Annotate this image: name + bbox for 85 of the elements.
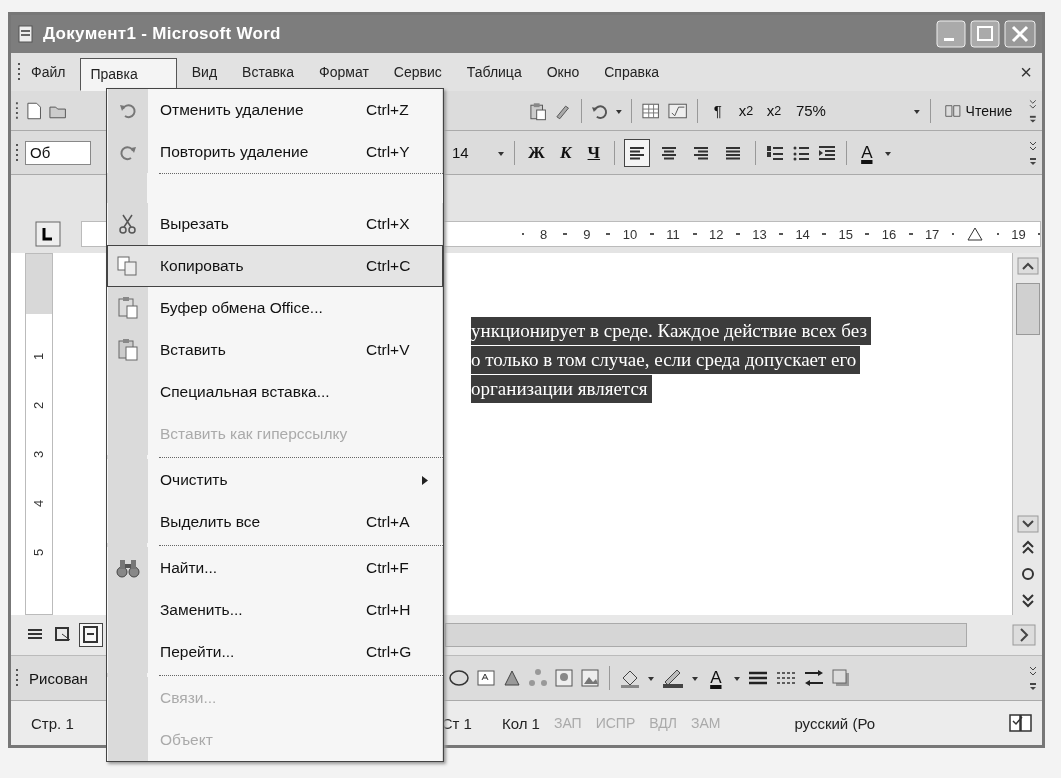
shadow-icon[interactable] — [830, 668, 851, 688]
submenu-arrow-icon — [422, 475, 428, 485]
style-field[interactable]: Об — [25, 140, 91, 165]
language: русский (Ро — [794, 714, 876, 732]
ruler-number: 1 — [31, 352, 47, 361]
oval-icon[interactable] — [447, 669, 470, 687]
menu-item[interactable]: Сервис — [383, 57, 452, 87]
ruler-number: 17 — [924, 226, 940, 242]
book-check-icon[interactable] — [1008, 711, 1034, 735]
menu-item[interactable]: Вид — [181, 57, 228, 87]
drawing-menu-button[interactable]: Рисован — [25, 664, 92, 692]
copy-icon — [116, 255, 140, 277]
close-icon[interactable] — [1004, 20, 1036, 48]
ruler-number: 4 — [31, 499, 47, 508]
document-text: организации является — [471, 375, 652, 403]
ruler-number: 3 — [31, 450, 47, 459]
menu-item[interactable]: Найти... Ctrl+F — [107, 547, 443, 589]
window-title: Документ1 - Microsoft Word — [43, 24, 281, 44]
menu-item[interactable]: Отменить удаление Ctrl+Z — [107, 89, 443, 131]
arrow-style-icon[interactable] — [802, 668, 825, 688]
paste-icon — [116, 338, 140, 362]
menu-item[interactable]: Перейти... Ctrl+G — [107, 631, 443, 673]
page-number: Стр. 1 — [31, 714, 74, 732]
document-text: ункционирует в среде. Каждое действие всех без — [471, 317, 871, 345]
indent-marker-icon[interactable] — [967, 227, 984, 241]
text-box-icon[interactable] — [475, 668, 496, 688]
ruler-number: 8 — [539, 226, 548, 242]
font-color-button[interactable]: A — [704, 664, 727, 692]
font-color-button[interactable]: A — [855, 138, 878, 167]
underline-button[interactable]: Ч — [582, 138, 605, 167]
menu-item[interactable]: Окно — [536, 57, 590, 87]
menu-item[interactable]: Очистить — [107, 459, 443, 501]
menu-item[interactable]: Файл — [21, 57, 76, 87]
ruler-number: 9 — [583, 226, 591, 242]
ruler-number: 14 — [795, 226, 810, 242]
menu-item[interactable]: Справка — [594, 57, 670, 87]
ruler-number: 2 — [31, 401, 47, 410]
paint-bucket-icon[interactable] — [618, 668, 641, 688]
scroll-thumb[interactable] — [1015, 283, 1040, 335]
menu-item[interactable]: Таблица — [456, 57, 532, 87]
line-color-icon[interactable] — [660, 668, 685, 688]
menu-item[interactable]: Правка — [80, 57, 177, 91]
menu-item[interactable]: Вставить Ctrl+V — [107, 329, 443, 371]
ruler-number: 11 — [666, 226, 680, 242]
ruler-number: 16 — [881, 226, 897, 242]
new-document-icon[interactable] — [24, 100, 43, 121]
menu-item[interactable]: Формат — [309, 57, 379, 87]
scroll-up-icon[interactable] — [1016, 257, 1039, 275]
ruler-number: 13 — [752, 226, 767, 242]
binoculars-icon — [116, 557, 140, 579]
menu-item[interactable]: Вставка — [232, 57, 305, 87]
close-document-button[interactable]: × — [1014, 59, 1038, 85]
clipboard-icon — [116, 296, 140, 320]
menu-item[interactable]: Буфер обмена Office... — [107, 287, 443, 329]
ruler-number: 19 — [1011, 226, 1026, 242]
reading-button[interactable]: Чтение — [939, 96, 1017, 125]
menu-item[interactable]: Копировать Ctrl+C — [107, 245, 443, 287]
word-doc-icon — [17, 25, 35, 43]
paragraph-mark-button[interactable]: ¶ — [706, 96, 729, 125]
scissors-icon — [117, 213, 139, 235]
menu-item[interactable]: Заменить... Ctrl+H — [107, 589, 443, 631]
scroll-right-icon[interactable] — [1012, 624, 1036, 646]
italic-button[interactable]: К — [554, 138, 577, 167]
ruler-number: 5 — [31, 548, 47, 557]
column-number: Кол 1 — [501, 714, 540, 732]
numbered-list-icon[interactable] — [764, 143, 785, 162]
tab-selector-icon[interactable] — [35, 221, 61, 247]
minimize-icon[interactable] — [936, 20, 966, 48]
menu-item[interactable]: Вырезать Ctrl+X — [107, 203, 443, 245]
scroll-down-icon[interactable] — [1016, 515, 1039, 533]
clipboard-icon[interactable] — [527, 100, 547, 121]
menu-item[interactable]: Специальная вставка... — [107, 371, 443, 413]
indent-icon[interactable] — [816, 143, 837, 162]
horizontal-scrollbar[interactable] — [445, 623, 967, 647]
ruler-number: 12 — [709, 226, 724, 242]
maximize-icon[interactable] — [970, 20, 1000, 48]
ruler-number: 15 — [838, 226, 853, 242]
menu-item[interactable]: Выделить все Ctrl+A — [107, 501, 443, 543]
document-text: о только в том случае, если среда допускает его — [471, 346, 861, 374]
ruler-number: 10 — [622, 226, 638, 242]
bold-button[interactable]: Ж — [524, 138, 549, 167]
menu-item[interactable]: Повторить удаление Ctrl+Y — [107, 131, 443, 173]
dash-style-icon[interactable] — [774, 669, 797, 687]
line-style-icon[interactable] — [746, 669, 769, 687]
picture-icon[interactable] — [579, 668, 600, 688]
